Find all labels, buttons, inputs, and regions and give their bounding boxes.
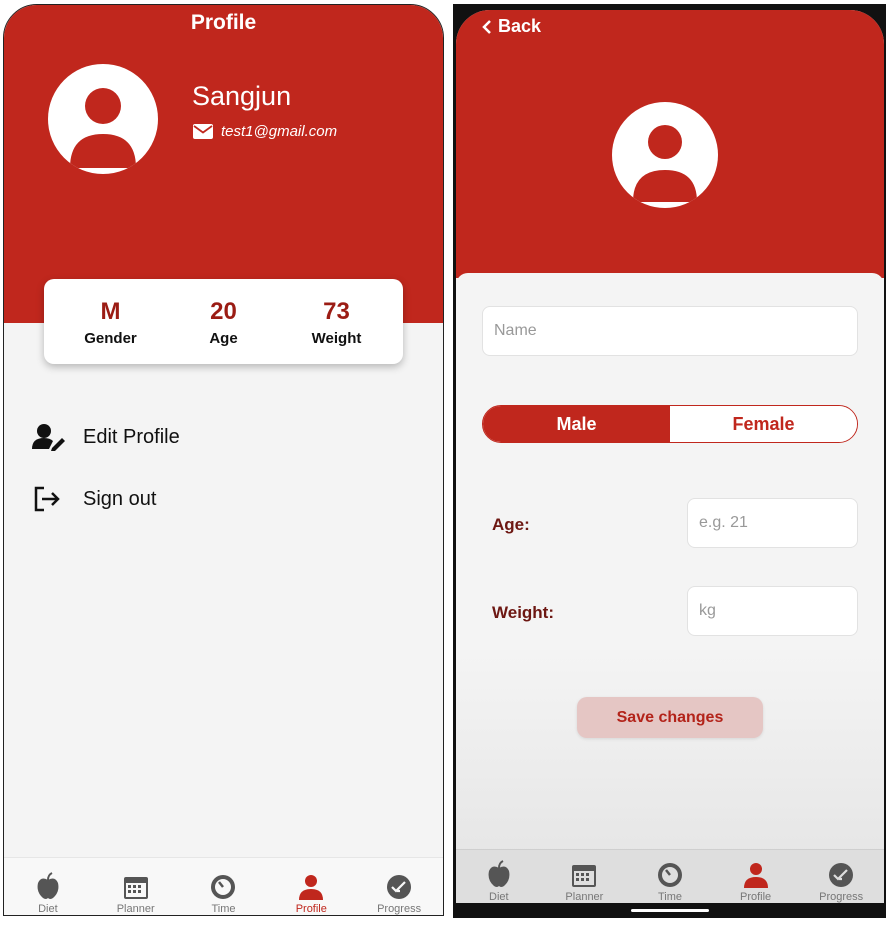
apple-icon xyxy=(37,872,59,899)
check-badge-icon xyxy=(829,863,854,887)
age-input[interactable]: e.g. 21 xyxy=(687,498,858,548)
tab-label: Time xyxy=(211,903,236,915)
tab-label: Profile xyxy=(295,903,327,915)
profile-header: Profile Sangjun test1@gmail.com xyxy=(4,5,443,323)
calendar-icon xyxy=(572,865,597,887)
stat-label: Gender xyxy=(84,329,137,347)
home-indicator xyxy=(631,909,709,912)
stat-value: M xyxy=(100,297,121,325)
sign-out-label: Sign out xyxy=(83,487,157,510)
tab-time[interactable]: Time xyxy=(630,850,710,903)
save-changes-button[interactable]: Save changes xyxy=(577,697,763,738)
tab-label: Progress xyxy=(819,891,864,903)
tab-time[interactable]: Time xyxy=(183,858,263,915)
timer-icon xyxy=(211,875,236,899)
tab-progress[interactable]: Progress xyxy=(359,858,439,915)
tab-diet[interactable]: Diet xyxy=(8,858,88,915)
profile-screen: Profile Sangjun test1@gmail.com M Gender… xyxy=(3,4,444,916)
male-option[interactable]: Male xyxy=(483,406,670,442)
tab-planner[interactable]: Planner xyxy=(544,850,624,903)
stat-value: 73 xyxy=(323,297,350,325)
edit-header: Back xyxy=(456,10,884,278)
tab-profile[interactable]: Profile xyxy=(271,858,351,915)
sign-out-icon xyxy=(34,486,60,512)
check-badge-icon xyxy=(387,875,412,899)
bottom-tab-bar: Diet Planner Time Profile Progress xyxy=(4,857,443,915)
tab-progress[interactable]: Progress xyxy=(801,850,881,903)
edit-profile-label: Edit Profile xyxy=(83,425,180,448)
tab-label: Diet xyxy=(38,903,58,915)
user-email: test1@gmail.com xyxy=(221,123,338,140)
user-edit-icon xyxy=(32,424,65,451)
back-label: Back xyxy=(498,16,542,36)
person-icon xyxy=(299,875,324,900)
tab-diet[interactable]: Diet xyxy=(459,850,539,903)
avatar xyxy=(48,64,158,174)
tab-label: Time xyxy=(657,891,682,903)
stat-weight: 73 Weight xyxy=(287,297,387,347)
avatar-person-icon xyxy=(633,125,697,202)
edit-profile-screen: Back Name Male Female Age: e.g. 21 Weigh… xyxy=(456,10,884,903)
name-input[interactable]: Name xyxy=(482,306,858,356)
edit-avatar[interactable] xyxy=(612,102,718,208)
user-name: Sangjun xyxy=(192,81,292,111)
stat-label: Age xyxy=(209,329,238,347)
avatar-person-icon xyxy=(70,88,136,168)
female-option[interactable]: Female xyxy=(670,406,857,442)
chevron-left-icon xyxy=(482,19,491,34)
sign-out-button[interactable]: Sign out xyxy=(32,485,156,513)
stat-age: 20 Age xyxy=(174,297,274,347)
stat-value: 20 xyxy=(210,297,237,325)
tab-label: Progress xyxy=(377,903,422,915)
tab-label: Planner xyxy=(565,891,604,903)
tab-label: Diet xyxy=(489,891,509,903)
stats-card: M Gender 20 Age 73 Weight xyxy=(44,279,403,364)
tab-profile[interactable]: Profile xyxy=(716,850,796,903)
tab-label: Planner xyxy=(116,903,155,915)
page-title: Profile xyxy=(190,11,257,34)
age-label: Age: xyxy=(492,515,530,534)
apple-icon xyxy=(488,860,510,887)
edit-profile-button[interactable]: Edit Profile xyxy=(32,423,180,451)
weight-label: Weight: xyxy=(492,603,555,622)
back-button[interactable]: Back xyxy=(482,16,541,37)
person-icon xyxy=(743,863,768,888)
bottom-tab-bar: Diet Planner Time Profile Progress xyxy=(456,849,884,903)
stat-label: Weight xyxy=(311,329,362,347)
tab-planner[interactable]: Planner xyxy=(96,858,176,915)
edit-profile-device: Back Name Male Female Age: e.g. 21 Weigh… xyxy=(453,4,886,918)
calendar-icon xyxy=(123,877,148,899)
stat-gender: M Gender xyxy=(61,297,161,347)
gender-toggle: Male Female xyxy=(482,405,858,443)
timer-icon xyxy=(657,863,682,887)
tab-label: Profile xyxy=(739,891,772,903)
weight-input[interactable]: kg xyxy=(687,586,858,636)
mail-icon xyxy=(193,124,213,139)
email-row: test1@gmail.com xyxy=(193,123,337,140)
